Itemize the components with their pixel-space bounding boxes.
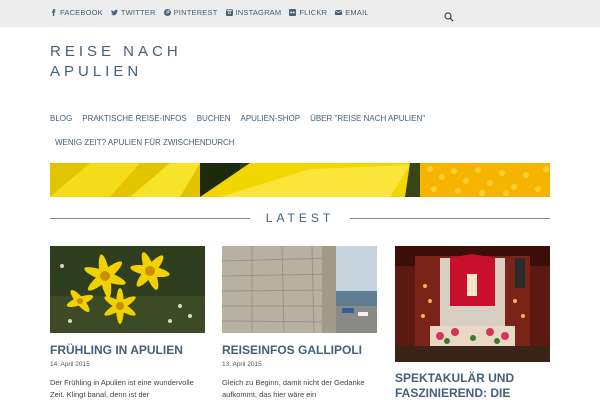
pinterest-icon: [163, 9, 171, 16]
flickr-link[interactable]: FLICKR: [289, 8, 327, 17]
post-card: SPEKTAKULÄR UND FASZINIEREND: DIE: [395, 246, 550, 400]
main-nav: BLOG PRAKTISCHE REISE-INFOS BUCHEN APULI…: [50, 112, 560, 148]
nav-row: WENIG ZEIT? APULIEN FÜR ZWISCHENDURCH: [50, 136, 560, 148]
post-excerpt: Gleich zu Beginn, damit nicht der Gedank…: [222, 378, 365, 399]
post-thumbnail[interactable]: [395, 246, 550, 362]
latest-section-header: LATEST: [50, 209, 550, 227]
nav-item-apulien-shop[interactable]: APULIEN-SHOP: [240, 114, 300, 123]
nav-item-wenig-zeit[interactable]: WENIG ZEIT? APULIEN FÜR ZWISCHENDURCH: [55, 138, 235, 147]
post-excerpt: Der Frühling in Apulien ist eine wunderv…: [50, 378, 194, 399]
header-banner-image: [50, 163, 550, 197]
post-title[interactable]: SPEKTAKULÄR UND FASZINIEREND: DIE: [395, 371, 550, 400]
twitter-label: TWITTER: [120, 8, 156, 17]
facebook-icon: [52, 9, 56, 16]
search-button[interactable]: [444, 9, 454, 22]
social-links: FACEBOOK TWITTER PINTEREST INSTAGRAM FLI…: [50, 8, 369, 17]
nav-item-ueber[interactable]: ÜBER "REISE NACH APULIEN": [310, 114, 425, 123]
post-title[interactable]: REISEINFOS GALLIPOLI: [222, 343, 377, 358]
flickr-icon: [289, 9, 297, 16]
post-thumbnail[interactable]: [222, 246, 377, 333]
instagram-icon: [225, 9, 233, 16]
post-date: 13. April 2015: [222, 361, 262, 368]
post-title[interactable]: FRÜHLING IN APULIEN: [50, 343, 205, 358]
flickr-label: FLICKR: [299, 8, 328, 17]
email-icon: [335, 10, 343, 15]
nav-item-blog[interactable]: BLOG: [50, 114, 72, 123]
post-date: 14. April 2015: [50, 361, 90, 368]
twitter-link[interactable]: TWITTER: [110, 8, 156, 17]
instagram-link[interactable]: INSTAGRAM: [225, 8, 282, 17]
search-icon: [444, 12, 454, 22]
instagram-label: INSTAGRAM: [235, 8, 282, 17]
email-label: EMAIL: [345, 8, 369, 17]
site-title[interactable]: REISE NACH APULIEN: [50, 42, 250, 82]
post-thumbnail[interactable]: [50, 246, 205, 333]
twitter-icon: [110, 9, 118, 16]
top-bar: FACEBOOK TWITTER PINTEREST INSTAGRAM FLI…: [0, 0, 600, 27]
pinterest-label: PINTEREST: [173, 8, 218, 17]
facebook-label: FACEBOOK: [60, 8, 103, 17]
post-card: REISEINFOS GALLIPOLI 13. April 2015 Glei…: [222, 246, 377, 400]
pinterest-link[interactable]: PINTEREST: [163, 8, 218, 17]
nav-item-buchen[interactable]: BUCHEN: [197, 114, 231, 123]
email-link[interactable]: EMAIL: [335, 8, 369, 17]
facebook-link[interactable]: FACEBOOK: [50, 8, 103, 17]
nav-row: BLOG PRAKTISCHE REISE-INFOS BUCHEN APULI…: [50, 112, 560, 124]
post-card: FRÜHLING IN APULIEN 14. April 2015 Der F…: [50, 246, 205, 400]
nav-item-praktische-reise-infos[interactable]: PRAKTISCHE REISE-INFOS: [82, 114, 186, 123]
divider-line: [350, 218, 550, 219]
